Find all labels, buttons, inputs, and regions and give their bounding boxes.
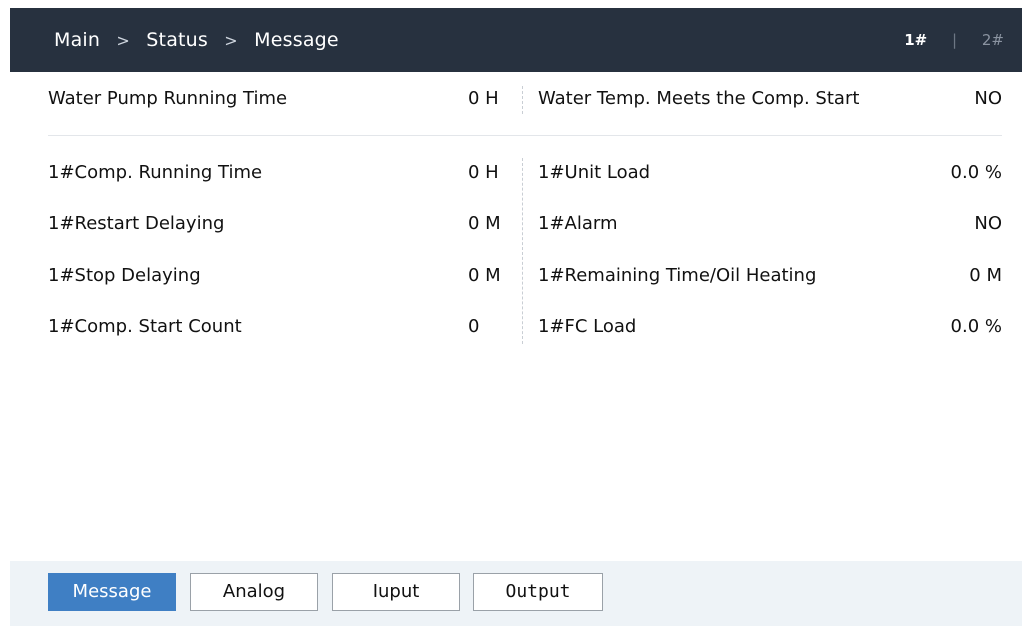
- footer-bar: Message Analog Iuput Output: [10, 561, 1022, 626]
- top-margin: [0, 0, 1032, 8]
- row-left-label: 1#Comp. Start Count: [48, 316, 242, 337]
- header-bar: Main > Status > Message 1# | 2#: [10, 8, 1022, 72]
- row-right-label: 1#FC Load: [538, 316, 637, 337]
- row-right-label: 1#Alarm: [538, 213, 618, 234]
- status-row: Water Pump Running Time 0 H Water Temp. …: [48, 84, 1002, 114]
- message-tab-button[interactable]: Message: [48, 573, 176, 611]
- row-left-label: Water Pump Running Time: [48, 88, 288, 109]
- row-right-value: 0.0 %: [950, 162, 1002, 183]
- row-right-label: Water Temp. Meets the Comp. Start: [538, 88, 860, 109]
- status-row: 1#Stop Delaying 0 M 1#Remaining Time/Oil…: [48, 261, 1002, 291]
- unit-tab-divider: |: [952, 31, 958, 49]
- row-right-value: NO: [974, 213, 1002, 234]
- status-message-screen: Main > Status > Message 1# | 2# Water Pu…: [0, 0, 1032, 626]
- unit-tab-1[interactable]: 1#: [898, 8, 933, 72]
- breadcrumb-main[interactable]: Main: [54, 29, 100, 51]
- column-divider: [522, 158, 523, 344]
- breadcrumb-separator: >: [116, 31, 131, 50]
- row-left-label: 1#Restart Delaying: [48, 213, 225, 234]
- row-right-value: 0.0 %: [950, 316, 1002, 337]
- row-left-value: 0 H: [468, 88, 499, 109]
- status-row: 1#Comp. Running Time 0 H 1#Unit Load 0.0…: [48, 158, 1002, 188]
- unit-tab-2[interactable]: 2#: [976, 8, 1010, 72]
- row-left-label: 1#Stop Delaying: [48, 265, 201, 286]
- input-tab-button[interactable]: Iuput: [332, 573, 460, 611]
- row-right-label: 1#Unit Load: [538, 162, 651, 183]
- status-row: 1#Comp. Start Count 0 1#FC Load 0.0 %: [48, 312, 1002, 342]
- breadcrumb: Main > Status > Message: [54, 8, 339, 72]
- status-row: 1#Restart Delaying 0 M 1#Alarm NO: [48, 209, 1002, 239]
- breadcrumb-message: Message: [254, 29, 339, 51]
- analog-tab-button[interactable]: Analog: [190, 573, 318, 611]
- row-right-label: 1#Remaining Time/Oil Heating: [538, 265, 817, 286]
- row-left-value: 0 M: [468, 265, 501, 286]
- column-divider: [522, 86, 523, 114]
- output-tab-button[interactable]: Output: [473, 573, 603, 611]
- section-divider: [48, 135, 1002, 136]
- row-left-value: 0 H: [468, 162, 499, 183]
- unit-selector: 1# | 2#: [898, 8, 1010, 72]
- breadcrumb-separator: >: [224, 31, 238, 50]
- row-left-value: 0: [468, 316, 480, 337]
- breadcrumb-status[interactable]: Status: [146, 29, 208, 51]
- row-right-value: 0 M: [969, 265, 1002, 286]
- row-left-label: 1#Comp. Running Time: [48, 162, 263, 183]
- row-left-value: 0 M: [468, 213, 501, 234]
- row-right-value: NO: [974, 88, 1002, 109]
